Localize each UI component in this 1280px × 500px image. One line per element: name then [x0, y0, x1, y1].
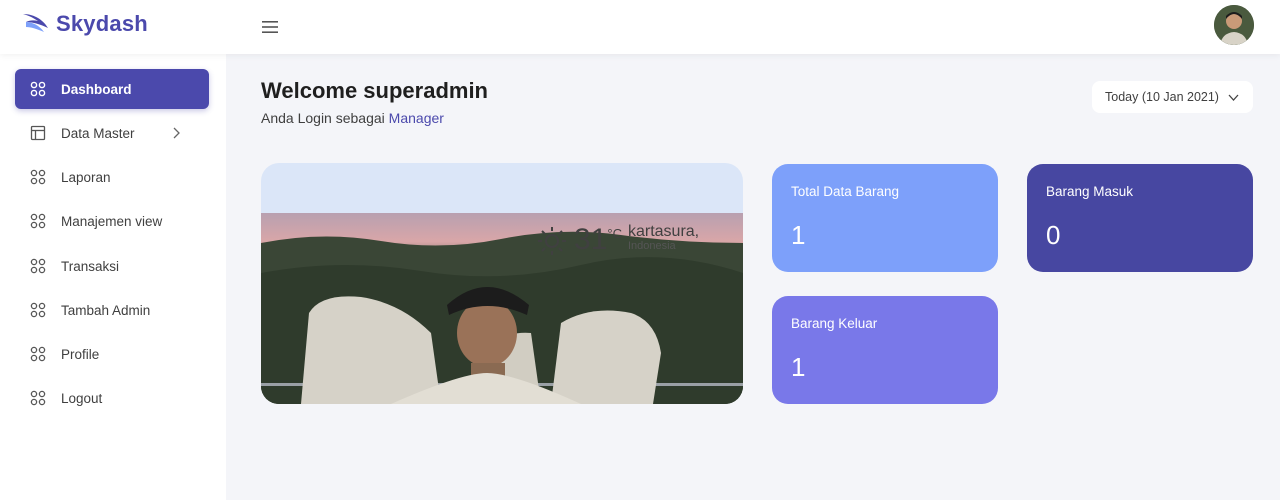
date-filter-label: Today (10 Jan 2021) — [1105, 90, 1219, 104]
weather-city: kartasura, — [627, 223, 700, 240]
date-filter-button[interactable]: Today (10 Jan 2021) — [1092, 81, 1253, 113]
user-avatar[interactable] — [1214, 5, 1254, 45]
sidebar-item-manajemen-view[interactable]: Manajemen view — [15, 201, 209, 241]
login-role-text: Anda Login sebagai Manager — [261, 110, 444, 126]
page-title: Welcome superadmin — [261, 78, 488, 103]
weather-country: Indonesia — [627, 240, 676, 252]
chevron-down-icon — [1228, 94, 1239, 101]
stat-label: Barang Masuk — [1046, 184, 1134, 199]
stat-value: 0 — [1046, 220, 1061, 250]
login-role-value: Manager — [388, 110, 444, 126]
grid-icon — [30, 258, 46, 274]
sidebar-item-dashboard[interactable]: Dashboard — [15, 69, 209, 109]
stat-value: 1 — [791, 352, 806, 382]
sidebar-item-label: Tambah Admin — [61, 302, 151, 318]
grid-icon — [30, 302, 46, 318]
stat-label: Total Data Barang — [791, 184, 900, 199]
bird-wing-icon — [23, 14, 48, 32]
chevron-right-icon — [173, 127, 180, 139]
hamburger-icon[interactable] — [260, 17, 280, 37]
weather-card: 31 °C kartasura, Indonesia — [261, 163, 743, 404]
weather-location: kartasura, Indonesia — [628, 223, 699, 252]
sidebar-item-label: Laporan — [61, 169, 111, 185]
layout-icon — [30, 125, 46, 141]
sidebar-item-tambah-admin[interactable]: Tambah Admin — [15, 290, 209, 330]
grid-icon — [30, 81, 46, 97]
weather-widget: 31 °C kartasura, Indonesia — [536, 223, 699, 257]
grid-icon — [30, 213, 46, 229]
sidebar-item-label: Profile — [61, 346, 100, 362]
sidebar-item-label: Logout — [61, 390, 103, 406]
sidebar-item-label: Transaksi — [61, 258, 120, 274]
sidebar-item-laporan[interactable]: Laporan — [15, 157, 209, 197]
sidebar-item-label: Dashboard — [61, 81, 132, 97]
login-role-prefix: Anda Login sebagai — [261, 110, 385, 126]
stat-value: 1 — [791, 220, 806, 250]
grid-icon — [30, 390, 46, 406]
sidebar-item-label: Manajemen view — [61, 213, 163, 229]
brand-logo-link[interactable]: Skydash — [20, 8, 148, 40]
grid-icon — [30, 346, 46, 362]
stat-card-total-data-barang[interactable]: Total Data Barang 1 — [772, 164, 998, 272]
brand-name: Skydash — [56, 11, 148, 36]
sidebar: Dashboard Data Master Laporan Manajemen … — [0, 54, 226, 500]
sun-icon — [538, 227, 566, 255]
sidebar-item-profile[interactable]: Profile — [15, 334, 209, 374]
grid-icon — [30, 169, 46, 185]
weather-temperature: 31 — [574, 223, 608, 256]
stat-card-barang-keluar[interactable]: Barang Keluar 1 — [772, 296, 998, 404]
top-navbar: Skydash — [0, 0, 1280, 54]
stat-label: Barang Keluar — [791, 316, 878, 331]
sidebar-item-data-master[interactable]: Data Master — [15, 113, 209, 153]
weather-unit: °C — [607, 226, 622, 241]
sidebar-item-logout[interactable]: Logout — [15, 378, 209, 418]
sidebar-item-transaksi[interactable]: Transaksi — [15, 246, 209, 286]
stat-card-barang-masuk[interactable]: Barang Masuk 0 — [1027, 164, 1253, 272]
sidebar-item-label: Data Master — [61, 125, 135, 141]
